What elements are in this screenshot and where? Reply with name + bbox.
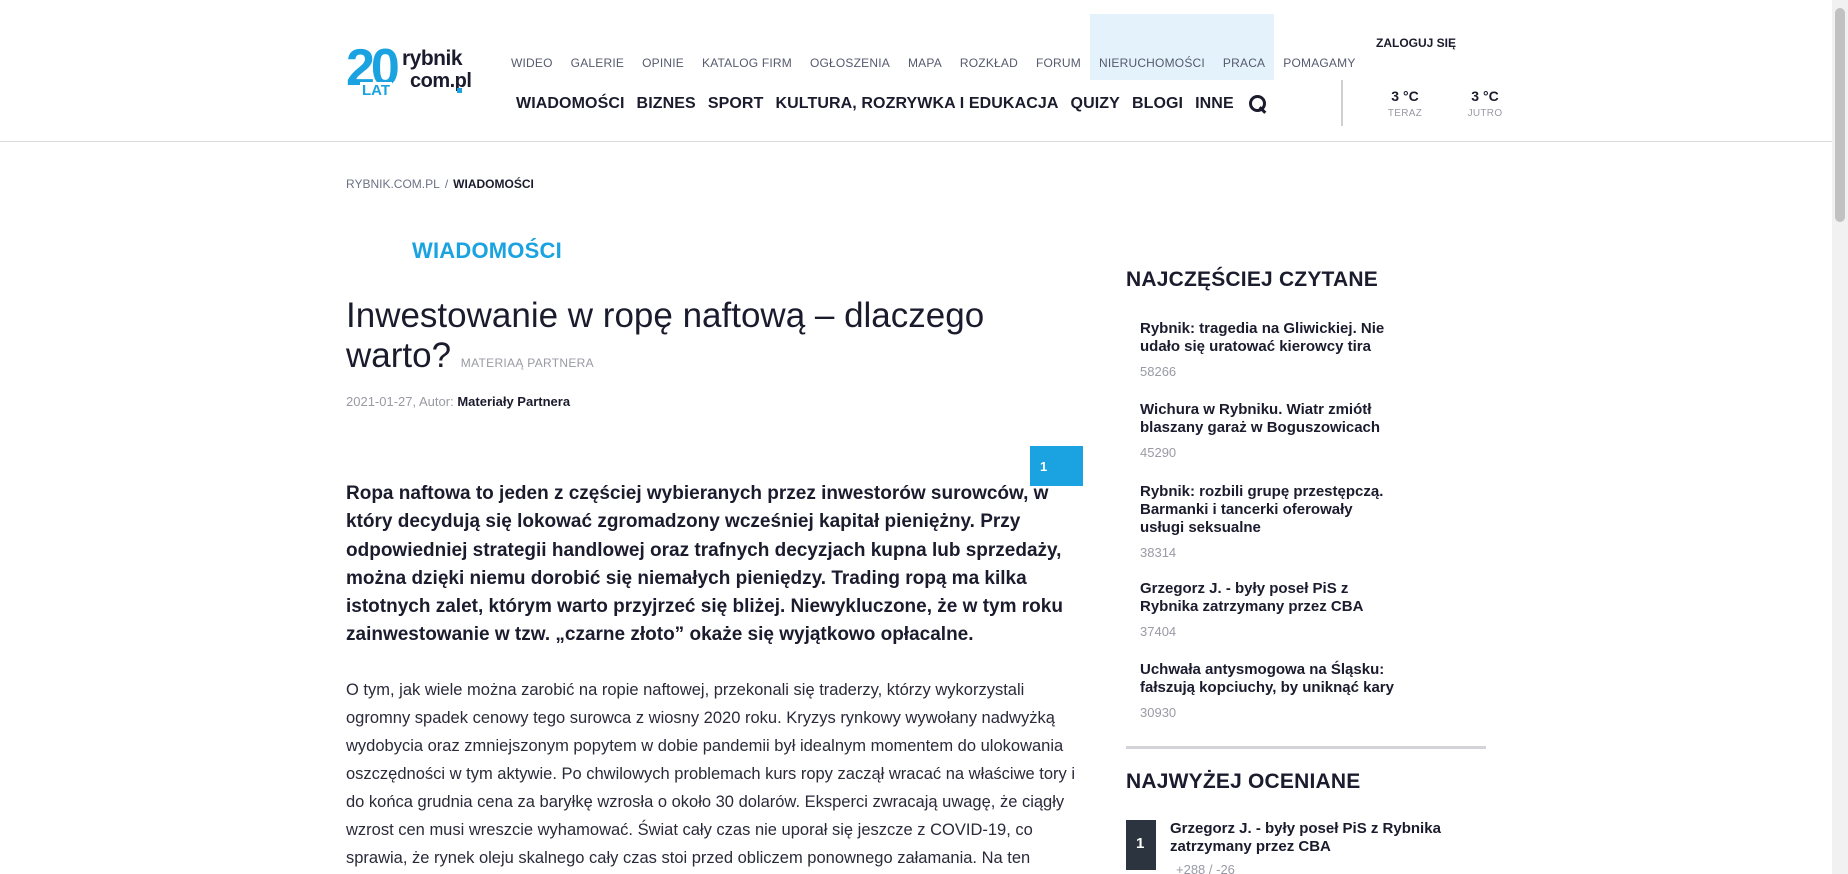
mainnav-item-inne[interactable]: INNE	[1195, 95, 1234, 113]
login-link[interactable]: ZALOGUJ SIĘ	[1376, 36, 1456, 50]
mainnav-item-kultura[interactable]: KULTURA, ROZRYWKA I EDUKACJA	[775, 95, 1058, 113]
topnav-item-forum[interactable]: FORUM	[1027, 14, 1090, 80]
most-read-item[interactable]: Uchwała antysmogowa na Śląsku: fałszują …	[1140, 661, 1400, 720]
mainnav-item-biznes[interactable]: BIZNES	[637, 95, 696, 113]
article-lead: Ropa naftowa to jeden z częściej wybiera…	[346, 483, 1063, 646]
mainnav-item-sport[interactable]: SPORT	[708, 95, 764, 113]
most-read-item[interactable]: Wichura w Rybniku. Wiatr zmiótł blaszany…	[1140, 401, 1400, 460]
most-read-item[interactable]: Grzegorz J. - były poseł PiS z Rybnika z…	[1140, 580, 1400, 639]
mainnav-item-quizy[interactable]: QUIZY	[1071, 95, 1120, 113]
mainnav-item-wiadomosci[interactable]: WIADOMOŚCI	[516, 95, 625, 113]
topnav-item-ogloszenia[interactable]: OGŁOSZENIA	[801, 14, 899, 80]
topnav-item-rozklad[interactable]: ROZKŁAD	[951, 14, 1027, 80]
most-read-title: Grzegorz J. - były poseł PiS z Rybnika z…	[1140, 580, 1364, 615]
topnav-item-pomagamy[interactable]: POMAGAMY	[1274, 14, 1364, 80]
article-date: 2021-01-27	[346, 394, 413, 409]
most-read-views: 45290	[1140, 445, 1177, 460]
weather-tomorrow: 3 °C JUTRO	[1450, 88, 1520, 119]
site-header: 20 LAT rybnik com.pl WIDEO GALERIE OPINI…	[0, 0, 1832, 142]
breadcrumb: RYBNIK.COM.PL / WIADOMOŚCI	[346, 177, 534, 191]
most-read-title: Uchwała antysmogowa na Śląsku: fałszują …	[1140, 661, 1394, 696]
article-title-text: Inwestowanie w ropę naftową – dlaczego w…	[346, 296, 985, 375]
most-read-item[interactable]: Rybnik: tragedia na Gliwickiej. Nie udał…	[1140, 320, 1400, 379]
secondary-nav: WIDEO GALERIE OPINIE KATALOG FIRM OGŁOSZ…	[502, 14, 1365, 80]
most-read-views: 30930	[1140, 705, 1177, 720]
most-read-views: 38314	[1140, 545, 1177, 560]
weather-now-temp: 3 °C	[1391, 88, 1419, 104]
weather-tomorrow-label: JUTRO	[1467, 108, 1503, 119]
topnav-item-mapa[interactable]: MAPA	[899, 14, 951, 80]
topnav-item-nieruchomosci[interactable]: NIERUCHOMOŚCI	[1089, 14, 1214, 80]
topnav-item-katalog-firm[interactable]: KATALOG FIRM	[693, 14, 801, 80]
logo-rybnik-text: rybnik	[402, 47, 463, 70]
sidebar-divider	[1126, 746, 1486, 749]
page-scrollbar[interactable]	[1832, 0, 1848, 874]
search-icon[interactable]	[1248, 94, 1268, 114]
breadcrumb-separator: /	[444, 177, 449, 191]
weather-tomorrow-temp: 3 °C	[1471, 88, 1499, 104]
mainnav-item-blogi[interactable]: BLOGI	[1132, 95, 1183, 113]
article-meta: 2021-01-27, Autor: Materiały Partnera	[346, 394, 571, 409]
site-logo[interactable]: 20 LAT rybnik com.pl	[346, 40, 472, 104]
most-read-title: Rybnik: tragedia na Gliwickiej. Nie udał…	[1140, 320, 1385, 355]
author-prefix: Autor:	[419, 394, 454, 409]
logo-lat-text: LAT	[360, 82, 393, 100]
breadcrumb-current: WIADOMOŚCI	[453, 177, 534, 191]
topnav-item-galerie[interactable]: GALERIE	[562, 14, 633, 80]
article-title: Inwestowanie w ropę naftową – dlaczego w…	[346, 296, 1046, 383]
most-read-title: Rybnik: rozbili grupę przestępczą. Barma…	[1140, 483, 1384, 536]
article-author-link[interactable]: Materiały Partnera	[457, 394, 570, 409]
article-body: O tym, jak wiele można zarobić na ropie …	[346, 681, 1076, 867]
article-section-label[interactable]: WIADOMOŚCI	[412, 238, 562, 264]
most-read-item[interactable]: Rybnik: rozbili grupę przestępczą. Barma…	[1140, 483, 1400, 560]
breadcrumb-home[interactable]: RYBNIK.COM.PL	[346, 177, 440, 191]
main-nav: WIADOMOŚCI BIZNES SPORT KULTURA, ROZRYWK…	[516, 94, 1268, 114]
top-rated-votes: +288 / -26	[1176, 862, 1235, 874]
weather-now: 3 °C TERAZ	[1370, 88, 1440, 119]
header-divider	[1341, 80, 1343, 126]
logo-dot	[457, 88, 462, 93]
topnav-item-opinie[interactable]: OPINIE	[633, 14, 693, 80]
topnav-item-wideo[interactable]: WIDEO	[502, 14, 562, 80]
scrollbar-thumb[interactable]	[1835, 8, 1845, 222]
top-rated-title: Grzegorz J. - były poseł PiS z Rybnika z…	[1170, 820, 1441, 855]
top-rated-rank: 1	[1126, 820, 1156, 870]
sponsor-tag: MATERIAĄ PARTNERA	[460, 356, 594, 370]
most-read-views: 37404	[1140, 624, 1177, 639]
logo-domain-text: com.pl	[410, 70, 472, 92]
top-rated-heading: NAJWYŻEJ OCENIANE	[1126, 770, 1361, 793]
most-read-title: Wichura w Rybniku. Wiatr zmiótł blaszany…	[1140, 401, 1381, 436]
weather-now-label: TERAZ	[1387, 108, 1423, 119]
most-read-views: 58266	[1140, 364, 1177, 379]
most-read-heading: NAJCZĘŚCIEJ CZYTANE	[1126, 268, 1378, 291]
topnav-item-praca[interactable]: PRACA	[1213, 14, 1275, 80]
